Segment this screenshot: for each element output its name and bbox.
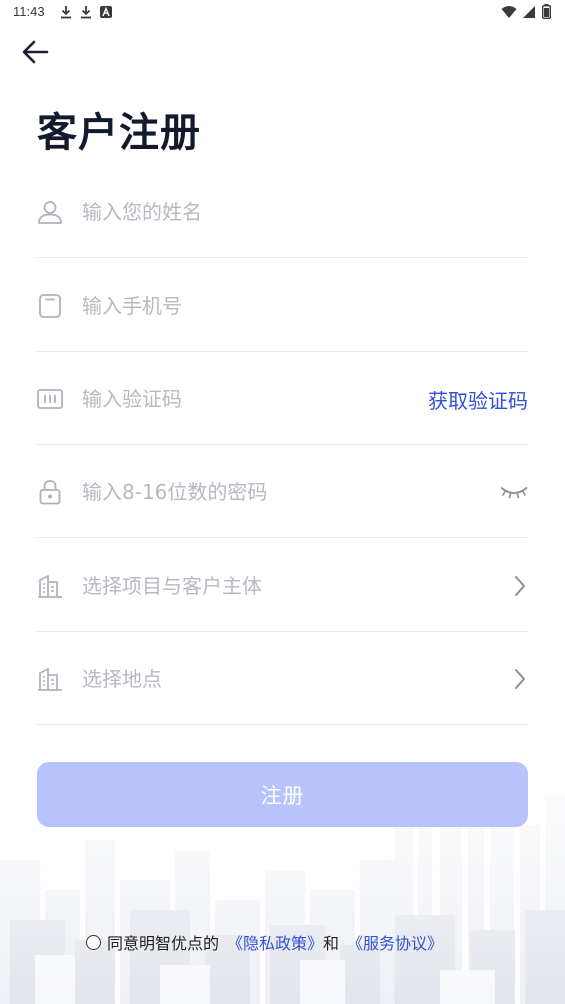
- password-field-row: [37, 446, 528, 538]
- battery-icon: [542, 4, 551, 19]
- agreement-radio[interactable]: [86, 934, 101, 950]
- agreement-line: 同意明智优点的 《隐私政策》 和 《服务协议》: [86, 930, 443, 954]
- get-code-button[interactable]: 获取验证码: [428, 385, 528, 414]
- code-input[interactable]: [82, 379, 362, 419]
- wifi-icon: [501, 5, 517, 18]
- service-agreement-link[interactable]: 《服务协议》: [347, 930, 443, 954]
- location-picker-label: 选择地点: [82, 667, 162, 691]
- arrow-left-icon: [22, 40, 49, 64]
- page-title: 客户注册: [37, 110, 201, 156]
- chevron-right-icon: [515, 576, 525, 596]
- password-input[interactable]: [82, 472, 462, 512]
- name-input[interactable]: [82, 192, 402, 232]
- phone-input[interactable]: [82, 286, 402, 326]
- name-field-row: [37, 166, 528, 258]
- status-bar: 11:43: [0, 0, 565, 24]
- phone-field-row: [37, 260, 528, 352]
- project-picker-label: 选择项目与客户主体: [82, 574, 262, 598]
- chevron-right-icon: [515, 669, 525, 689]
- status-time: 11:43: [13, 4, 45, 19]
- code-icon: [37, 389, 63, 409]
- a-badge-icon: [100, 6, 112, 18]
- agreement-conjunction: 和: [323, 934, 340, 953]
- back-button[interactable]: [18, 35, 52, 69]
- building-icon: [38, 668, 62, 691]
- location-picker[interactable]: 选择地点: [37, 633, 528, 725]
- system-icons: [501, 4, 551, 19]
- signal-icon: [523, 5, 535, 18]
- building-icon: [38, 575, 62, 598]
- privacy-policy-link[interactable]: 《隐私政策》: [227, 930, 323, 954]
- agreement-prefix: 同意明智优点的: [107, 934, 220, 953]
- project-picker[interactable]: 选择项目与客户主体: [37, 540, 528, 632]
- eye-closed-icon: [500, 487, 528, 499]
- download-icon: [61, 6, 71, 19]
- register-button[interactable]: 注册: [37, 762, 528, 827]
- password-visibility-toggle[interactable]: [500, 476, 528, 508]
- code-field-row: 获取验证码: [37, 353, 528, 445]
- user-icon: [38, 201, 62, 224]
- download-icon: [81, 6, 91, 19]
- phone-icon: [39, 294, 61, 318]
- lock-icon: [39, 480, 61, 505]
